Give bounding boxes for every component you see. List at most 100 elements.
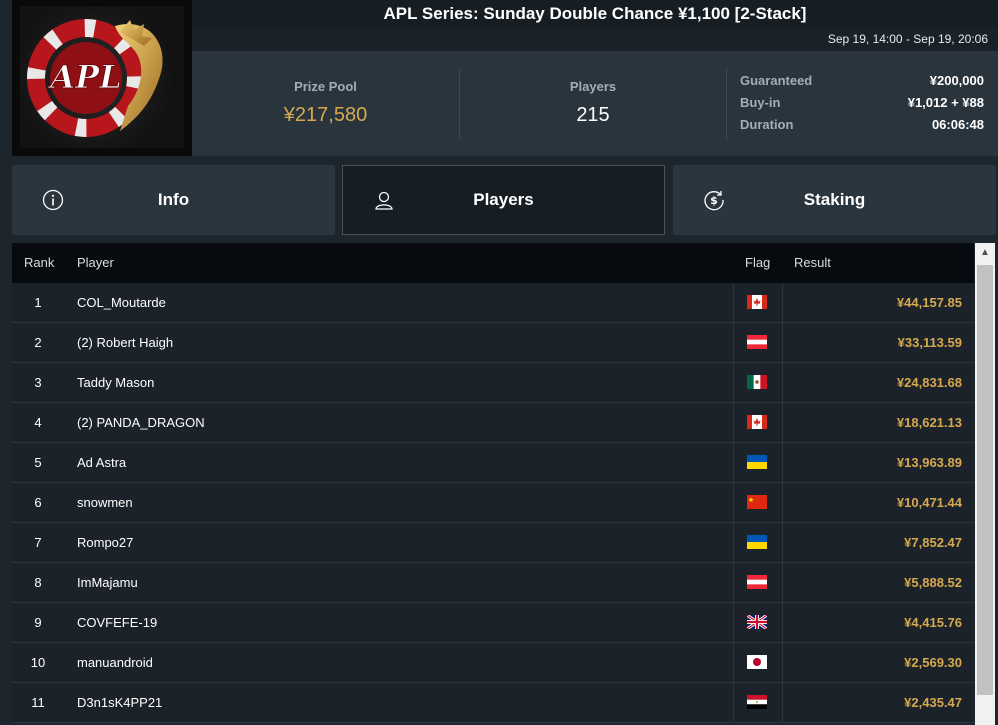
rank-cell: 9: [34, 615, 42, 630]
tab-staking[interactable]: $ Staking: [673, 165, 996, 235]
flag-cell: [733, 563, 783, 602]
player-name-cell: ImMajamu: [77, 575, 138, 590]
table-row[interactable]: 3 Taddy Mason ¥24,831.68: [12, 363, 974, 403]
uk-flag-icon: [747, 615, 767, 629]
tab-label: Players: [473, 190, 534, 209]
divider: [726, 68, 727, 140]
detail-row-guaranteed: Guaranteed ¥200,000: [740, 73, 984, 95]
tab-players[interactable]: Players: [342, 165, 665, 235]
flag-cell: [733, 683, 783, 722]
austria-flag-icon: [747, 335, 767, 349]
detail-value: 06:06:48: [931, 117, 984, 132]
table-row[interactable]: 5 Ad Astra ¥13,963.89: [12, 443, 974, 483]
dollar-coin-icon: $: [704, 191, 724, 211]
table-row[interactable]: 11 D3n1sK4PP21 ¥2,435.47: [12, 683, 974, 723]
detail-label: Guaranteed: [740, 73, 813, 88]
scrollbar-thumb[interactable]: [977, 265, 993, 695]
player-name-cell: Rompo27: [77, 535, 134, 550]
flag-cell: [733, 283, 783, 322]
result-cell: ¥2,435.47: [904, 695, 962, 710]
logo-text: APL: [47, 58, 121, 96]
table-header: Rank Player Flag Result: [12, 243, 974, 283]
table-row[interactable]: 6 snowmen ¥10,471.44: [12, 483, 974, 523]
result-cell: ¥10,471.44: [896, 495, 962, 510]
players-stat: Players 215: [460, 51, 726, 156]
prize-pool-stat: Prize Pool ¥217,580: [192, 51, 459, 156]
table-row[interactable]: 4 (2) PANDA_DRAGON ¥18,621.13: [12, 403, 974, 443]
tournament-logo: APL: [12, 0, 192, 156]
rank-cell: 6: [34, 495, 42, 510]
scroll-up-arrow-icon[interactable]: ▲: [975, 243, 995, 263]
table-row[interactable]: 10 manuandroid ¥2,569.30: [12, 643, 974, 683]
flag-cell: [733, 483, 783, 522]
stats-panel: Prize Pool ¥217,580 Players 215 Guarante…: [192, 51, 998, 156]
mexico-flag-icon: [747, 375, 767, 389]
apl-logo-icon: APL: [27, 19, 163, 137]
rank-cell: 5: [34, 455, 42, 470]
table-row[interactable]: 2 (2) Robert Haigh ¥33,113.59: [12, 323, 974, 363]
prize-pool-label: Prize Pool: [294, 79, 357, 94]
flag-cell: [733, 323, 783, 362]
svg-text:$: $: [710, 194, 718, 207]
tournament-details: Guaranteed ¥200,000 Buy-in ¥1,012 + ¥88 …: [740, 73, 984, 139]
column-header-flag[interactable]: Flag: [745, 243, 770, 283]
result-cell: ¥24,831.68: [896, 375, 962, 390]
player-name-cell: (2) PANDA_DRAGON: [77, 415, 205, 430]
tab-label: Staking: [803, 190, 866, 209]
detail-value: ¥1,012 + ¥88: [907, 95, 984, 110]
rank-cell: 2: [34, 335, 42, 350]
tab-info[interactable]: Info: [12, 165, 335, 235]
flag-cell: [733, 603, 783, 642]
player-name-cell: snowmen: [77, 495, 133, 510]
column-header-player[interactable]: Player: [77, 243, 114, 283]
column-header-rank[interactable]: Rank: [24, 243, 54, 283]
rank-cell: 4: [34, 415, 42, 430]
player-name-cell: Ad Astra: [77, 455, 127, 470]
table-row[interactable]: 9 COVFEFE-19 ¥4,415.76: [12, 603, 974, 643]
column-header-result[interactable]: Result: [794, 243, 831, 283]
rank-cell: 8: [34, 575, 42, 590]
tab-label: Info: [157, 190, 190, 209]
result-cell: ¥13,963.89: [896, 455, 962, 470]
flag-cell: [733, 363, 783, 402]
japan-flag-icon: [747, 655, 767, 669]
china-flag-icon: [747, 495, 767, 509]
flag-cell: [733, 523, 783, 562]
table-row[interactable]: 1 COL_Moutarde ¥44,157.85: [12, 283, 974, 323]
players-value: 215: [576, 104, 610, 126]
tournament-title: APL Series: Sunday Double Chance ¥1,100 …: [192, 0, 998, 28]
result-cell: ¥7,852.47: [904, 535, 962, 550]
table-body: 1 COL_Moutarde ¥44,157.85 2 (2) Robert Haigh…: [12, 283, 974, 723]
detail-value: ¥200,000: [929, 73, 984, 88]
table-row[interactable]: 8 ImMajamu ¥5,888.52: [12, 563, 974, 603]
detail-row-duration: Duration 06:06:48: [740, 117, 984, 139]
player-name-cell: COVFEFE-19: [77, 615, 158, 630]
rank-cell: 7: [34, 535, 42, 550]
scrollbar[interactable]: ▲: [975, 243, 995, 725]
egypt-flag-icon: [747, 695, 767, 709]
rank-cell: 3: [34, 375, 42, 390]
rank-cell: 10: [30, 655, 46, 670]
flag-cell: [733, 643, 783, 682]
tournament-dates: Sep 19, 14:00 - Sep 19, 20:06: [192, 28, 998, 51]
rank-cell: 11: [31, 695, 45, 710]
canada-flag-icon: [747, 295, 767, 309]
player-name-cell: (2) Robert Haigh: [77, 335, 174, 350]
players-table: Rank Player Flag Result 1 COL_Moutarde ¥44…: [12, 243, 974, 725]
flag-cell: [733, 403, 783, 442]
result-cell: ¥18,621.13: [896, 415, 962, 430]
detail-label: Buy-in: [740, 95, 781, 110]
detail-label: Duration: [740, 117, 794, 132]
canada-flag-icon: [747, 415, 767, 429]
player-name-cell: Taddy Mason: [77, 375, 155, 390]
detail-row-buyin: Buy-in ¥1,012 + ¥88: [740, 95, 984, 117]
austria-flag-icon: [747, 575, 767, 589]
result-cell: ¥44,157.85: [896, 295, 962, 310]
players-label: Players: [569, 79, 617, 94]
result-cell: ¥33,113.59: [897, 335, 962, 350]
rank-cell: 1: [34, 295, 42, 310]
ukraine-flag-icon: [747, 455, 767, 469]
table-row[interactable]: 7 Rompo27 ¥7,852.47: [12, 523, 974, 563]
info-icon: [42, 189, 64, 211]
ukraine-flag-icon: [747, 535, 767, 549]
